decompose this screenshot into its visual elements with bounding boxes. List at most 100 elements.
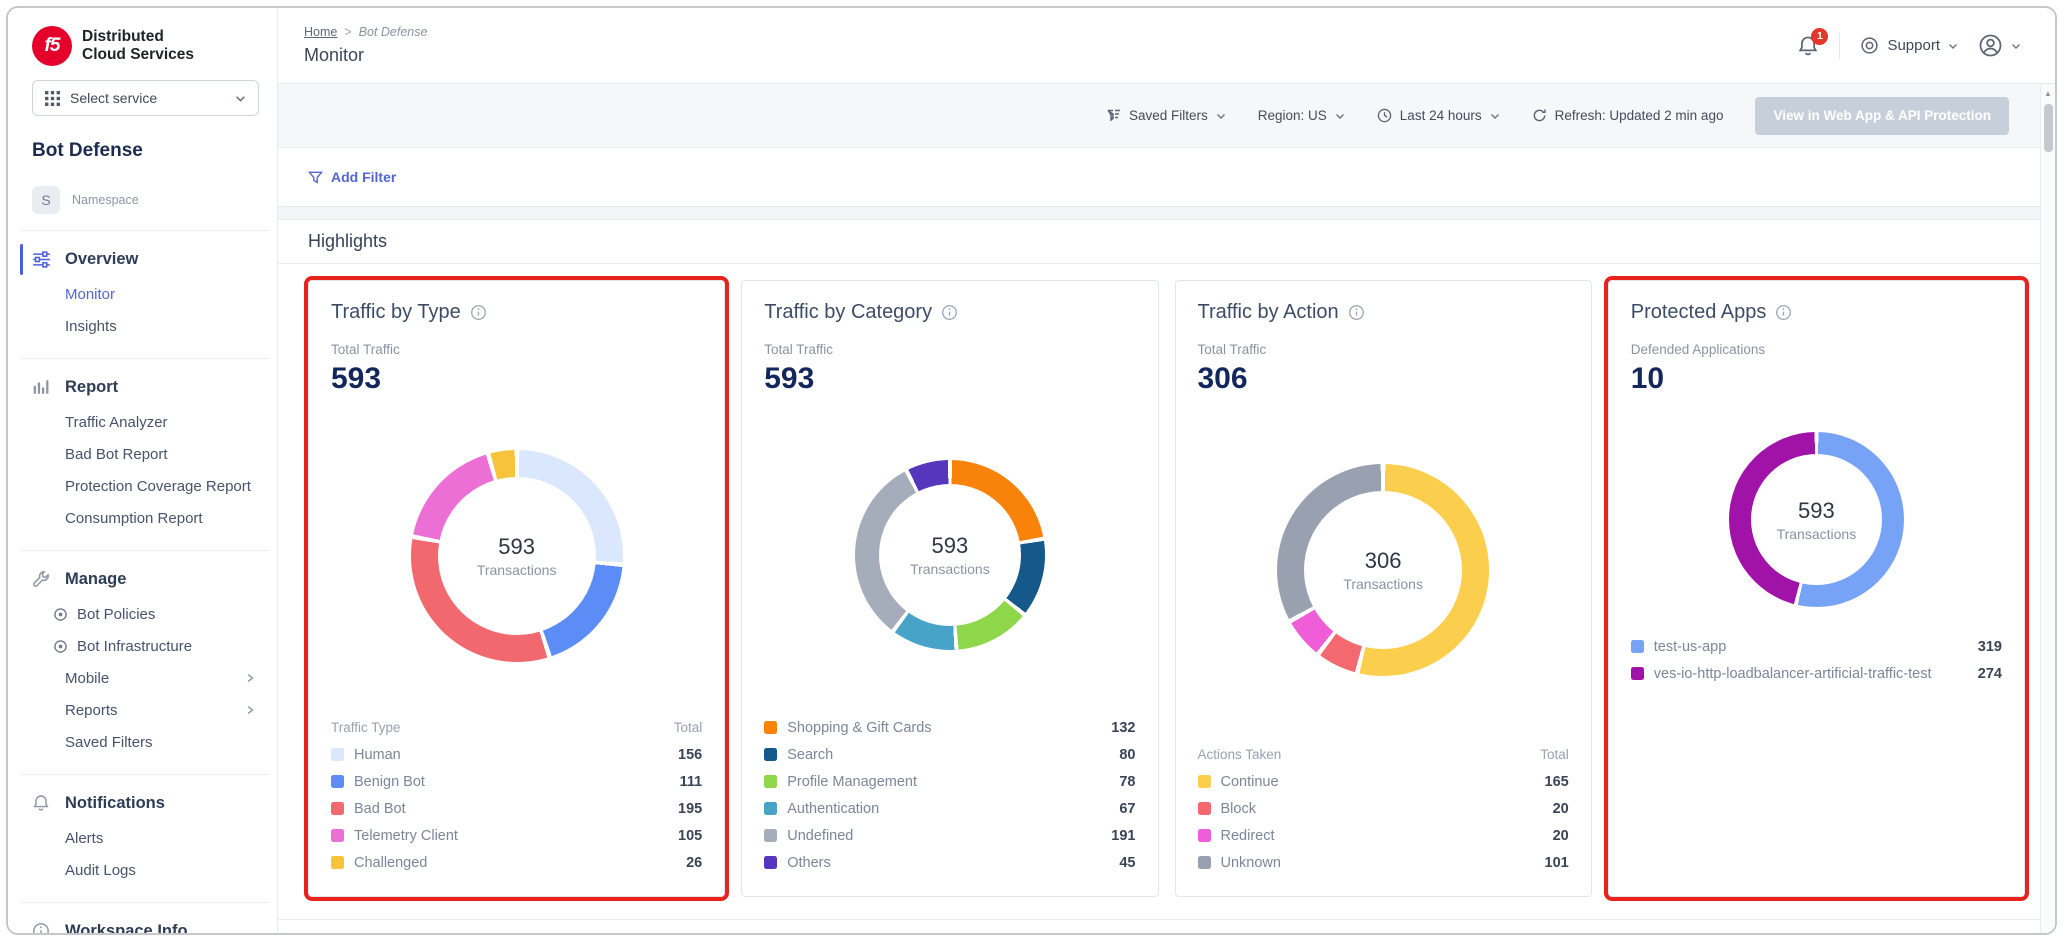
chevron-down-icon (1216, 111, 1226, 121)
divider (22, 358, 269, 359)
legend-item-search[interactable]: Search80 (764, 741, 1135, 768)
scrollbar-thumb[interactable] (2044, 104, 2053, 152)
legend-item-bad-bot[interactable]: Bad Bot195 (331, 795, 702, 822)
legend-item-ves-io-http-loadbalancer-artificial-traffic-test[interactable]: ves-io-http-loadbalancer-artificial-traf… (1631, 660, 2002, 687)
card-title: Protected Apps (1631, 301, 1767, 324)
chevron-down-icon (2011, 41, 2021, 51)
legend-swatch-icon (1198, 856, 1211, 869)
add-filter-button[interactable]: Add Filter (308, 169, 396, 185)
sidebar-item-traffic-analyzer[interactable]: Traffic Analyzer (32, 406, 259, 438)
sidebar-item-bot-infrastructure[interactable]: Bot Infrastructure (32, 630, 259, 662)
info-icon[interactable] (470, 304, 487, 321)
legend-item-authentication[interactable]: Authentication67 (764, 795, 1135, 822)
view-in-waap-button[interactable]: View in Web App & API Protection (1755, 97, 2009, 135)
highlights-cards: Traffic by TypeTotal Traffic593593Transa… (278, 264, 2055, 919)
legend-item-others[interactable]: Others45 (764, 849, 1135, 876)
sliders-icon (32, 250, 51, 269)
card-traffic-by-type: Traffic by TypeTotal Traffic593593Transa… (308, 280, 725, 897)
page-title: Monitor (304, 45, 427, 66)
section-gap (278, 206, 2055, 220)
legend-item-continue[interactable]: Continue165 (1198, 768, 1569, 795)
sidebar-item-consumption-report[interactable]: Consumption Report (32, 502, 259, 534)
donut-chart-protected-apps[interactable]: 593Transactions (1729, 432, 1904, 607)
vertical-scrollbar[interactable]: ▲ (2040, 85, 2055, 933)
saved-filters-dropdown[interactable]: Saved Filters (1107, 108, 1226, 123)
info-icon[interactable] (1775, 304, 1792, 321)
legend-swatch-icon (1198, 802, 1211, 815)
donut-chart-traffic-by-action[interactable]: 306Transactions (1277, 464, 1489, 676)
highlights-section-title: Highlights (278, 220, 2055, 264)
breadcrumb-home-link[interactable]: Home (304, 25, 337, 39)
sidebar-section-report[interactable]: Report (32, 369, 259, 406)
chevron-right-icon (245, 673, 255, 683)
support-menu[interactable]: Support (1860, 36, 1958, 55)
add-filter-row: Add Filter (278, 148, 2055, 206)
legend: test-us-app319ves-io-http-loadbalancer-a… (1631, 633, 2002, 687)
sidebar-section-workspace-info[interactable]: Workspace Info (32, 913, 259, 935)
sidebar-nav: OverviewMonitorInsights ReportTraffic Ana… (32, 241, 259, 935)
sidebar-item-protection-coverage-report[interactable]: Protection Coverage Report (32, 470, 259, 502)
time-range-dropdown[interactable]: Last 24 hours (1377, 108, 1500, 123)
donut-center-value: 306 (1365, 548, 1402, 574)
legend-item-redirect[interactable]: Redirect20 (1198, 822, 1569, 849)
legend-item-human[interactable]: Human156 (331, 741, 702, 768)
bell-icon (32, 794, 51, 813)
scrollbar-up-button[interactable]: ▲ (2041, 85, 2055, 101)
sidebar-item-bad-bot-report[interactable]: Bad Bot Report (32, 438, 259, 470)
account-menu[interactable] (1978, 33, 2021, 58)
details-section-title: Details (278, 919, 2055, 935)
legend: Traffic TypeTotalHuman156Benign Bot111Ba… (331, 716, 702, 876)
stat-label: Defended Applications (1631, 342, 2002, 357)
sidebar-section-overview[interactable]: Overview (32, 241, 259, 278)
divider (22, 902, 269, 903)
legend-item-shopping-gift-cards[interactable]: Shopping & Gift Cards132 (764, 714, 1135, 741)
sidebar-section-manage[interactable]: Manage (32, 561, 259, 598)
stat-value: 10 (1631, 362, 2002, 396)
chevron-down-icon (1335, 111, 1345, 121)
namespace-row[interactable]: S Namespace (32, 186, 259, 214)
sidebar-section-notifications[interactable]: Notifications (32, 785, 259, 822)
breadcrumb-separator: > (344, 25, 351, 39)
donut-chart-traffic-by-type[interactable]: 593Transactions (411, 450, 623, 662)
donut-center-label: Transactions (1777, 526, 1857, 542)
donut-chart-traffic-by-category[interactable]: 593Transactions (855, 460, 1045, 650)
legend-item-block[interactable]: Block20 (1198, 795, 1569, 822)
card-traffic-by-action: Traffic by ActionTotal Traffic306306Tran… (1175, 280, 1592, 897)
legend-item-challenged[interactable]: Challenged26 (331, 849, 702, 876)
sidebar-item-saved-filters[interactable]: Saved Filters (32, 726, 259, 758)
legend-total-header: Total (674, 720, 703, 735)
sidebar-item-bot-policies[interactable]: Bot Policies (32, 598, 259, 630)
sidebar-item-monitor[interactable]: Monitor (32, 278, 259, 310)
sidebar-item-alerts[interactable]: Alerts (32, 822, 259, 854)
info-icon (32, 922, 51, 935)
refresh-button[interactable]: Refresh: Updated 2 min ago (1532, 108, 1724, 123)
legend-item-profile-management[interactable]: Profile Management78 (764, 768, 1135, 795)
legend-item-unknown[interactable]: Unknown101 (1198, 849, 1569, 876)
sidebar-item-reports[interactable]: Reports (32, 694, 259, 726)
legend-item-telemetry-client[interactable]: Telemetry Client105 (331, 822, 702, 849)
select-service-dropdown[interactable]: Select service (32, 80, 259, 116)
sidebar-item-insights[interactable]: Insights (32, 310, 259, 342)
region-dropdown[interactable]: Region: US (1258, 108, 1345, 123)
stat-value: 306 (1198, 362, 1569, 396)
legend-swatch-icon (1198, 775, 1211, 788)
stat-label: Total Traffic (1198, 342, 1569, 357)
divider (22, 550, 269, 551)
legend-item-benign-bot[interactable]: Benign Bot111 (331, 768, 702, 795)
info-icon[interactable] (941, 304, 958, 321)
chevron-right-icon (245, 705, 255, 715)
chevron-down-icon (235, 93, 246, 104)
stat-value: 593 (764, 362, 1135, 396)
sidebar-item-audit-logs[interactable]: Audit Logs (32, 854, 259, 886)
legend-swatch-icon (764, 829, 777, 842)
legend-item-undefined[interactable]: Undefined191 (764, 822, 1135, 849)
filter-toolbar: Saved Filters Region: US Last 24 hours R… (278, 84, 2055, 148)
info-icon[interactable] (1348, 304, 1365, 321)
legend-header: Actions Taken (1198, 747, 1282, 762)
legend-item-test-us-app[interactable]: test-us-app319 (1631, 633, 2002, 660)
notifications-bell-button[interactable]: 1 (1797, 35, 1819, 57)
legend-swatch-icon (764, 775, 777, 788)
sidebar-item-mobile[interactable]: Mobile (32, 662, 259, 694)
stat-label: Total Traffic (764, 342, 1135, 357)
chevron-down-icon (1490, 111, 1500, 121)
